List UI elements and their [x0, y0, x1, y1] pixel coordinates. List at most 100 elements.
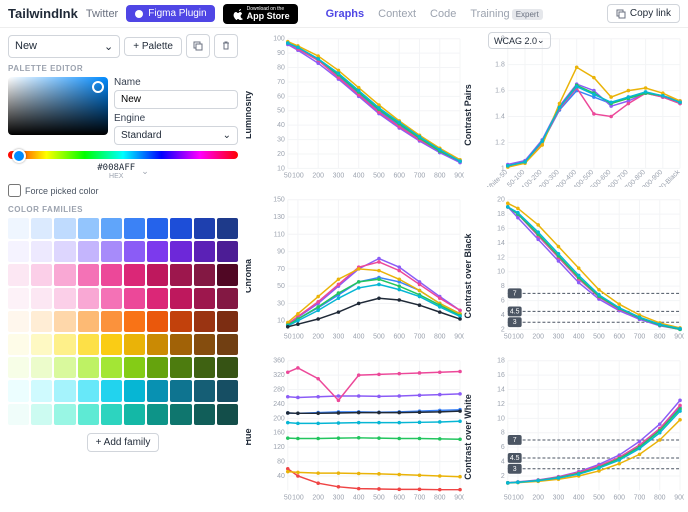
swatch[interactable] — [170, 218, 191, 239]
swatch[interactable] — [147, 380, 168, 401]
tab-code[interactable]: Code — [430, 8, 456, 20]
swatch[interactable] — [54, 311, 75, 332]
swatch[interactable] — [147, 241, 168, 262]
swatch[interactable] — [78, 288, 99, 309]
swatch[interactable] — [78, 241, 99, 262]
swatch[interactable] — [124, 404, 145, 425]
swatch[interactable] — [31, 380, 52, 401]
swatch[interactable] — [124, 241, 145, 262]
swatch[interactable] — [194, 288, 215, 309]
swatch[interactable] — [54, 264, 75, 285]
swatch[interactable] — [31, 288, 52, 309]
chevron-down-icon[interactable]: ⌄ — [141, 166, 149, 177]
wcag-select[interactable]: WCAG 2.0⌄ — [488, 32, 551, 49]
swatch[interactable] — [147, 311, 168, 332]
swatch[interactable] — [147, 334, 168, 355]
swatch[interactable] — [54, 218, 75, 239]
swatch[interactable] — [54, 334, 75, 355]
swatch[interactable] — [194, 380, 215, 401]
swatch[interactable] — [170, 264, 191, 285]
swatch[interactable] — [217, 334, 238, 355]
swatch[interactable] — [78, 218, 99, 239]
swatch[interactable] — [31, 357, 52, 378]
swatch[interactable] — [31, 241, 52, 262]
swatch[interactable] — [31, 311, 52, 332]
swatch[interactable] — [124, 380, 145, 401]
swatch[interactable] — [8, 311, 29, 332]
delete-button[interactable] — [214, 34, 238, 58]
swatch[interactable] — [8, 380, 29, 401]
swatch[interactable] — [31, 404, 52, 425]
swatch[interactable] — [101, 404, 122, 425]
swatch[interactable] — [170, 241, 191, 262]
swatch[interactable] — [217, 218, 238, 239]
swatch[interactable] — [78, 404, 99, 425]
swatch[interactable] — [8, 288, 29, 309]
swatch[interactable] — [147, 357, 168, 378]
swatch[interactable] — [101, 218, 122, 239]
swatch[interactable] — [217, 241, 238, 262]
swatch[interactable] — [54, 357, 75, 378]
swatch[interactable] — [147, 218, 168, 239]
swatch[interactable] — [217, 380, 238, 401]
swatch[interactable] — [101, 311, 122, 332]
swatch[interactable] — [8, 218, 29, 239]
swatch[interactable] — [217, 357, 238, 378]
swatch[interactable] — [8, 404, 29, 425]
swatch[interactable] — [194, 218, 215, 239]
duplicate-button[interactable] — [186, 34, 210, 58]
swatch[interactable] — [101, 241, 122, 262]
swatch[interactable] — [124, 311, 145, 332]
swatch[interactable] — [124, 264, 145, 285]
swatch[interactable] — [124, 357, 145, 378]
twitter-link[interactable]: Twitter — [86, 8, 118, 20]
swatch[interactable] — [170, 357, 191, 378]
swatch[interactable] — [54, 404, 75, 425]
swatch[interactable] — [101, 380, 122, 401]
figma-plugin-button[interactable]: Figma Plugin — [126, 5, 214, 22]
swatch[interactable] — [101, 264, 122, 285]
color-picker-canvas[interactable] — [8, 77, 108, 135]
swatch[interactable] — [170, 334, 191, 355]
swatch[interactable] — [8, 357, 29, 378]
swatch[interactable] — [8, 334, 29, 355]
tab-graphs[interactable]: Graphs — [326, 8, 365, 20]
hex-value[interactable]: #008AFF — [97, 163, 135, 173]
swatch[interactable] — [194, 404, 215, 425]
swatch[interactable] — [217, 264, 238, 285]
swatch[interactable] — [78, 311, 99, 332]
swatch[interactable] — [170, 311, 191, 332]
swatch[interactable] — [54, 241, 75, 262]
swatch[interactable] — [8, 241, 29, 262]
appstore-button[interactable]: Download on the App Store — [223, 4, 298, 24]
swatch[interactable] — [217, 311, 238, 332]
force-picked-checkbox[interactable] — [8, 184, 21, 197]
swatch[interactable] — [101, 334, 122, 355]
swatch[interactable] — [78, 334, 99, 355]
swatch[interactable] — [78, 357, 99, 378]
swatch[interactable] — [78, 380, 99, 401]
swatch[interactable] — [31, 264, 52, 285]
name-input[interactable] — [114, 90, 238, 109]
add-palette-button[interactable]: + Palette — [124, 37, 182, 56]
swatch[interactable] — [31, 334, 52, 355]
swatch[interactable] — [101, 288, 122, 309]
swatch[interactable] — [217, 288, 238, 309]
tab-training[interactable]: TrainingExpert — [470, 8, 542, 20]
swatch[interactable] — [170, 380, 191, 401]
swatch[interactable] — [8, 264, 29, 285]
swatch[interactable] — [194, 264, 215, 285]
hue-slider[interactable] — [8, 151, 238, 159]
swatch[interactable] — [194, 241, 215, 262]
swatch[interactable] — [54, 380, 75, 401]
tab-context[interactable]: Context — [378, 8, 416, 20]
palette-select[interactable]: New ⌄ — [8, 35, 120, 58]
swatch[interactable] — [101, 357, 122, 378]
add-family-button[interactable]: + Add family — [87, 433, 160, 452]
swatch[interactable] — [147, 264, 168, 285]
swatch[interactable] — [124, 218, 145, 239]
swatch[interactable] — [170, 404, 191, 425]
swatch[interactable] — [124, 334, 145, 355]
swatch[interactable] — [194, 334, 215, 355]
swatch[interactable] — [147, 404, 168, 425]
